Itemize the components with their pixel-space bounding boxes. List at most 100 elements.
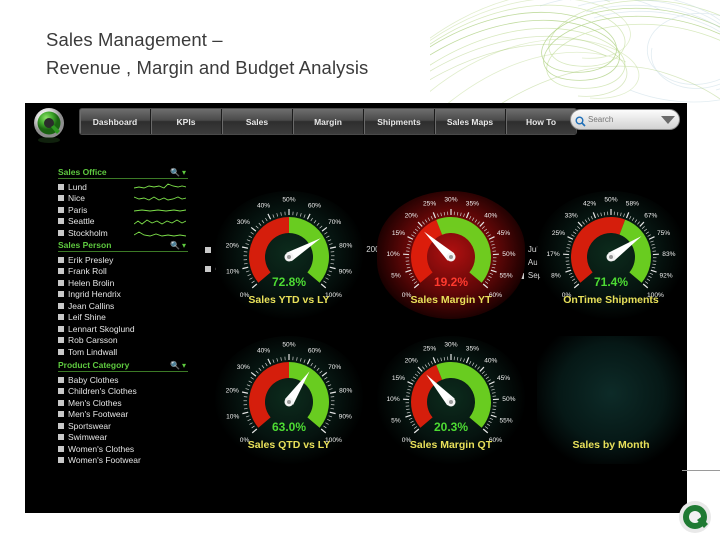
svg-text:50%: 50% — [502, 251, 515, 258]
list-item[interactable]: Men's Clothes — [58, 397, 188, 409]
svg-text:80%: 80% — [339, 242, 352, 249]
svg-text:80%: 80% — [339, 387, 352, 394]
listbox-title: Sales Person — [58, 240, 111, 250]
listbox-header-icons[interactable]: 🔍▾ — [170, 361, 188, 370]
tab-shipments[interactable]: Shipments — [364, 109, 435, 134]
svg-text:42%: 42% — [583, 201, 596, 208]
listbox-header: Sales Office 🔍▾ — [58, 167, 188, 179]
gauge-caption: Sales Margin YT — [377, 294, 525, 306]
nav-tab-list: Dashboard KPIs Sales Margin Shipments Sa… — [79, 108, 577, 135]
listbox-header-icons[interactable]: 🔍▾ — [170, 168, 188, 177]
tab-dashboard[interactable]: Dashboard — [80, 109, 151, 134]
listbox-sales-person: Sales Person 🔍▾ Erik Presley Frank Roll … — [58, 240, 188, 358]
list-item[interactable]: Women's Footwear — [58, 455, 188, 467]
tab-kpis[interactable]: KPIs — [151, 109, 222, 134]
page-title-line-1: Sales Management – — [46, 26, 466, 54]
svg-text:30%: 30% — [237, 219, 250, 226]
svg-text:60%: 60% — [308, 202, 321, 209]
svg-text:15%: 15% — [392, 230, 405, 237]
search-box[interactable] — [570, 109, 680, 130]
svg-text:58%: 58% — [626, 201, 639, 208]
list-item[interactable]: Men's Footwear — [58, 409, 188, 421]
list-item[interactable]: Rob Carsson — [58, 335, 188, 347]
page-title-line-2: Revenue , Margin and Budget Analysis — [46, 54, 466, 82]
top-navigation-bar: Dashboard KPIs Sales Margin Shipments Sa… — [25, 103, 687, 138]
list-item[interactable]: Baby Clothes — [58, 374, 188, 386]
listbox-header-icons[interactable]: 🔍▾ — [170, 241, 188, 250]
gauge-sales-qtd-vs-ly: 0%10%20%30%40%50%60%70%80%90%100% 63.0% … — [215, 336, 363, 464]
list-item[interactable]: Swimwear — [58, 432, 188, 444]
tab-how-to[interactable]: How To — [506, 109, 576, 134]
svg-text:20%: 20% — [226, 242, 239, 249]
tab-sales-maps[interactable]: Sales Maps — [435, 109, 506, 134]
listbox-title: Sales Office — [58, 167, 107, 177]
svg-text:15%: 15% — [392, 375, 405, 382]
qlikview-logo — [30, 106, 68, 144]
svg-text:10%: 10% — [386, 396, 399, 403]
gauge-ontime-shipments: 0%8%17%25%33%42%50%58%67%75%83%92%100% 7… — [537, 191, 685, 319]
svg-text:83%: 83% — [662, 251, 675, 258]
listbox-header: Product Category 🔍▾ — [58, 360, 188, 372]
listbox-title: Product Category — [58, 360, 129, 370]
qlikview-dashboard: Dashboard KPIs Sales Margin Shipments Sa… — [25, 103, 687, 513]
sparkline-icon — [134, 182, 186, 191]
radar-caption: Sales by Month — [537, 439, 685, 451]
svg-text:70%: 70% — [328, 219, 341, 226]
gauge-caption: OnTime Shipments — [537, 294, 685, 306]
search-input[interactable] — [586, 114, 659, 125]
gauge-caption: Sales YTD vs LY — [215, 294, 363, 306]
gauge-sales-margin-qtd: 0%5%10%15%20%25%30%35%40%45%50%55%60% 20… — [377, 336, 525, 464]
page-title: Sales Management – Revenue , Margin and … — [46, 26, 466, 82]
gauge-value: 20.3% — [377, 420, 525, 434]
svg-text:40%: 40% — [257, 347, 270, 354]
list-item[interactable]: Jean Callins — [58, 300, 188, 312]
svg-text:67%: 67% — [644, 212, 657, 219]
list-item[interactable]: Frank Roll — [58, 266, 188, 278]
svg-text:50%: 50% — [282, 197, 295, 204]
svg-text:45%: 45% — [497, 375, 510, 382]
listbox-product-category: Product Category 🔍▾ Baby Clothes Childre… — [58, 360, 188, 466]
list-item[interactable]: Lennart Skoglund — [58, 323, 188, 335]
list-item[interactable]: Ingrid Hendrix — [58, 289, 188, 301]
radar-sales-by-month: 200400JanFebMarAprMayJunJulAugSepOctNovD… — [537, 336, 685, 464]
tab-sales[interactable]: Sales — [222, 109, 293, 134]
gauge-sales-ytd-vs-ly: 0%10%20%30%40%50%60%70%80%90%100% 72.8% … — [215, 191, 363, 319]
search-icon — [575, 114, 586, 125]
svg-text:60%: 60% — [308, 347, 321, 354]
list-item[interactable]: Helen Brolin — [58, 277, 188, 289]
svg-text:50%: 50% — [502, 396, 515, 403]
sparkline-icon — [134, 206, 186, 215]
svg-text:30%: 30% — [444, 197, 457, 204]
list-item[interactable]: Erik Presley — [58, 254, 188, 266]
gauge-value: 63.0% — [215, 420, 363, 434]
svg-text:75%: 75% — [657, 230, 670, 237]
list-item[interactable]: Children's Clothes — [58, 386, 188, 398]
gauge-value: 71.4% — [537, 275, 685, 289]
listbox-header: Sales Person 🔍▾ — [58, 240, 188, 252]
listbox-sales-office: Sales Office 🔍▾ Lund Nice Paris Seattle … — [58, 167, 188, 239]
list-item[interactable]: Women's Clothes — [58, 443, 188, 455]
edge-divider — [682, 470, 720, 471]
svg-text:35%: 35% — [466, 346, 479, 353]
qlikview-orb-icon — [674, 496, 716, 538]
svg-text:30%: 30% — [444, 342, 457, 349]
sparkline-icon — [134, 230, 186, 239]
svg-text:25%: 25% — [423, 346, 436, 353]
svg-text:10%: 10% — [386, 251, 399, 258]
list-item[interactable]: Sportswear — [58, 420, 188, 432]
decorative-swirl — [430, 0, 720, 105]
sparkline-icon — [134, 218, 186, 227]
gauge-caption: Sales Margin QT — [377, 439, 525, 451]
list-item[interactable]: Tom Lindwall — [58, 346, 188, 358]
svg-text:25%: 25% — [423, 201, 436, 208]
gauge-value: 72.8% — [215, 275, 363, 289]
sparkline-icon — [134, 194, 186, 203]
chevron-down-icon[interactable] — [661, 116, 675, 124]
tab-margin[interactable]: Margin — [293, 109, 364, 134]
svg-text:33%: 33% — [565, 212, 578, 219]
svg-text:17%: 17% — [546, 251, 559, 258]
list-item[interactable]: Leif Shine — [58, 312, 188, 324]
svg-text:40%: 40% — [484, 357, 497, 364]
svg-text:50%: 50% — [282, 342, 295, 349]
svg-text:20%: 20% — [405, 212, 418, 219]
